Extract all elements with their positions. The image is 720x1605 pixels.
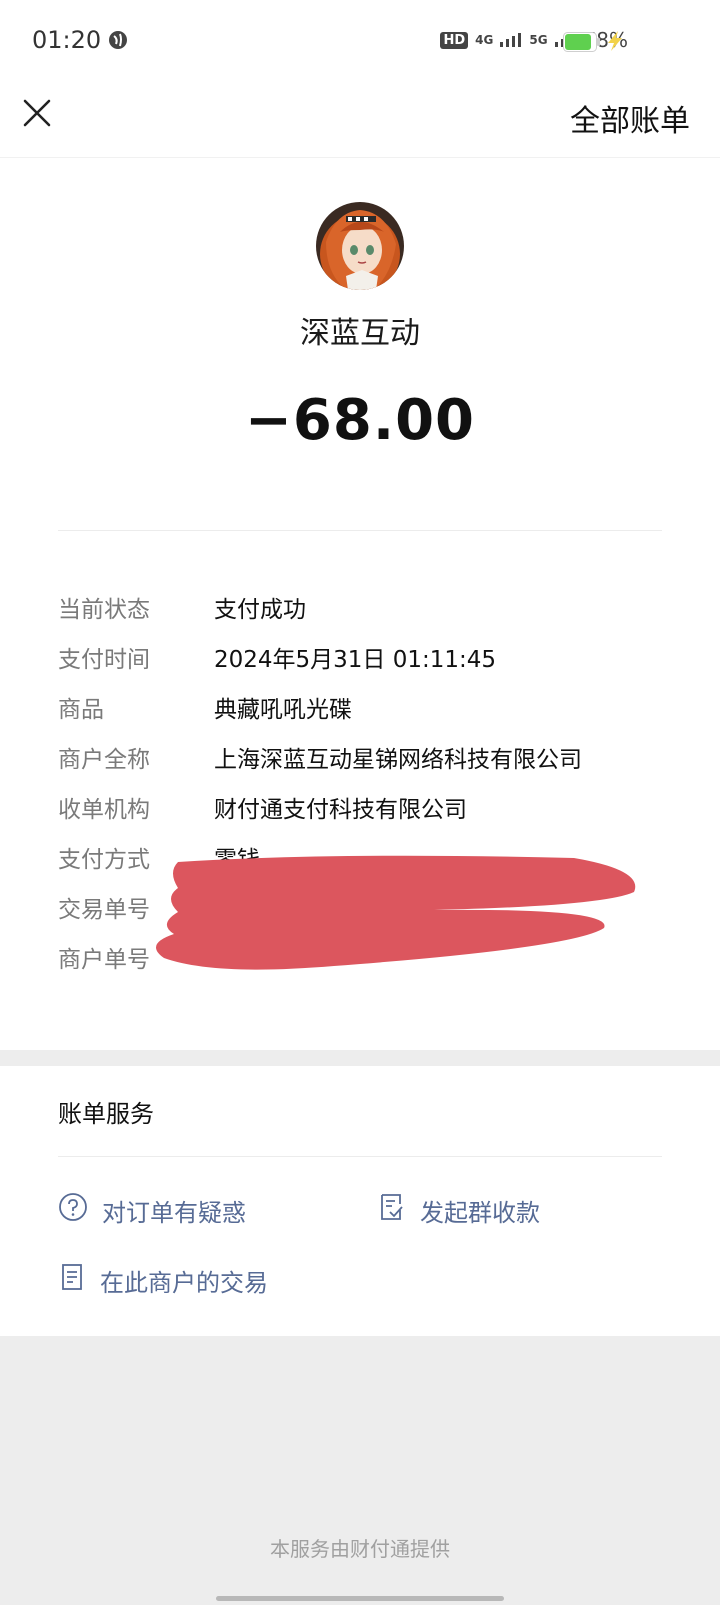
divider — [58, 530, 662, 531]
all-bills-button[interactable]: 全部账单 — [570, 96, 690, 140]
question-circle-icon — [58, 1192, 88, 1228]
globe-icon — [108, 30, 128, 54]
detail-label: 商品 — [58, 697, 104, 723]
merchant-name: 深蓝互动 — [300, 316, 420, 351]
service-title: 账单服务 — [58, 1100, 154, 1128]
detail-row-merchant-fullname: 商户全称 上海深蓝互动星锑网络科技有限公司 — [58, 732, 678, 782]
nav-bar: 全部账单 — [0, 82, 720, 158]
document-icon — [58, 1262, 86, 1298]
detail-value: 典藏吼吼光碟 — [214, 697, 352, 723]
receipt-check-icon — [378, 1192, 406, 1228]
battery-icon — [563, 32, 601, 56]
detail-value: 上海深蓝互动星锑网络科技有限公司 — [214, 747, 582, 773]
hd-badge: HD — [440, 31, 469, 49]
detail-label: 支付时间 — [58, 647, 150, 673]
close-icon[interactable] — [20, 96, 54, 130]
link-label: 发起群收款 — [420, 1198, 540, 1227]
detail-row-acquirer: 收单机构 财付通支付科技有限公司 — [58, 782, 678, 832]
status-time: 01:20 — [32, 26, 102, 54]
detail-row-product: 商品 典藏吼吼光碟 — [58, 682, 678, 732]
link-label: 对订单有疑惑 — [102, 1198, 246, 1227]
detail-label: 收单机构 — [58, 797, 150, 823]
detail-row-time: 支付时间 2024年5月31日 01:11:45 — [58, 632, 678, 682]
footer-note: 本服务由财付通提供 — [270, 1537, 450, 1561]
group-collect-link[interactable]: 发起群收款 — [378, 1192, 540, 1228]
merchant-transactions-link[interactable]: 在此商户的交易 — [58, 1262, 268, 1298]
network-5g-label: 5G — [529, 33, 548, 47]
bill-detail-page: 01:20 HD 4G 5G 78% 全部账单 深蓝互动 −68.00 当前状态… — [0, 0, 720, 1605]
detail-value: 支付成功 — [214, 597, 306, 623]
redaction-scribble — [134, 848, 654, 987]
order-question-link[interactable]: 对订单有疑惑 — [58, 1192, 246, 1228]
detail-row-status: 当前状态 支付成功 — [58, 582, 678, 632]
detail-label: 商户全称 — [58, 747, 150, 773]
payment-amount: −68.00 — [244, 388, 476, 453]
charging-icon — [604, 30, 626, 56]
signal-icon — [500, 28, 522, 52]
bill-service-section: 账单服务 对订单有疑惑 发起群收款 在此商户的交易 — [0, 1066, 720, 1336]
detail-value: 财付通支付科技有限公司 — [214, 797, 467, 823]
link-label: 在此商户的交易 — [100, 1268, 268, 1297]
divider — [58, 1156, 662, 1157]
merchant-avatar — [316, 202, 404, 290]
status-bar: 01:20 HD 4G 5G 78% — [0, 0, 720, 82]
home-indicator[interactable] — [216, 1596, 504, 1601]
network-4g-label: 4G — [475, 33, 494, 47]
bill-card: 深蓝互动 −68.00 当前状态 支付成功 支付时间 2024年5月31日 01… — [0, 158, 720, 1050]
detail-label: 当前状态 — [58, 597, 150, 623]
detail-value: 2024年5月31日 01:11:45 — [214, 647, 497, 673]
